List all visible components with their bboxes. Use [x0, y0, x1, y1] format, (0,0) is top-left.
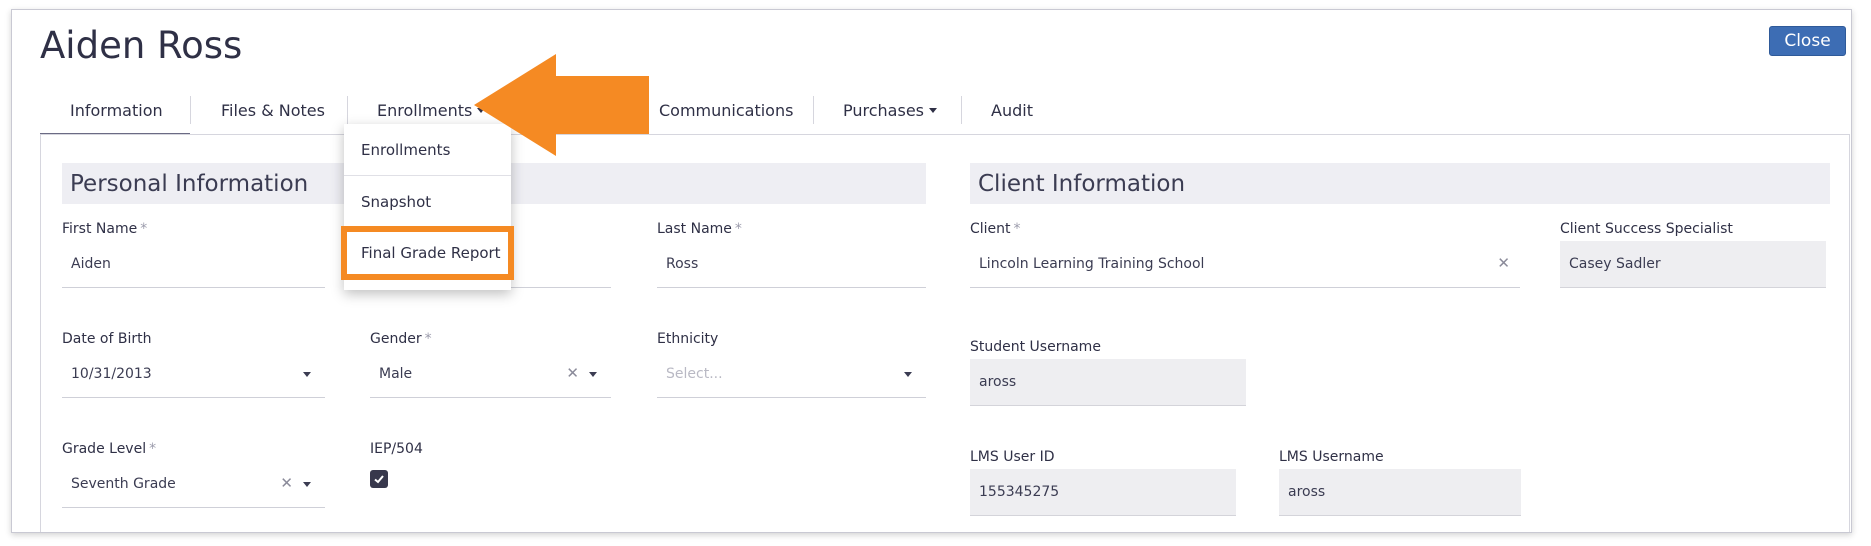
- last-name-field[interactable]: Ross: [657, 241, 926, 288]
- tab-divider: [190, 96, 191, 124]
- clear-x-icon[interactable]: ✕: [1497, 256, 1510, 271]
- tab-bar: Information Files & Notes Enrollments Co…: [40, 86, 1848, 135]
- clear-x-icon[interactable]: ✕: [280, 476, 293, 491]
- arrow-left-icon: [474, 54, 649, 156]
- lms-user-id-field: 155345275: [970, 469, 1236, 516]
- field-value: Lincoln Learning Training School: [979, 256, 1205, 272]
- caret-down-icon: [303, 372, 311, 377]
- grade-level-label: Grade Level *: [62, 441, 157, 457]
- menu-item-final-grade-report[interactable]: Final Grade Report: [344, 227, 511, 279]
- tab-label: Files & Notes: [221, 100, 325, 120]
- field-value: Ross: [666, 256, 699, 272]
- clear-x-icon[interactable]: ✕: [566, 366, 579, 381]
- tab-information[interactable]: Information: [70, 86, 163, 134]
- ethnicity-select[interactable]: Select...: [657, 351, 926, 398]
- grade-level-select[interactable]: Seventh Grade ✕: [62, 461, 325, 508]
- tab-label: Information: [70, 100, 163, 120]
- select-placeholder: Select...: [666, 366, 723, 382]
- tab-label: Purchases: [843, 100, 924, 120]
- client-label: Client *: [970, 221, 1021, 237]
- tab-divider: [961, 96, 962, 124]
- caret-down-icon: [589, 372, 597, 377]
- section-title: Personal Information: [70, 170, 309, 197]
- student-window: Aiden Ross Close Information Files & Not…: [11, 9, 1852, 533]
- caret-down-icon: [303, 482, 311, 487]
- lms-user-id-label: LMS User ID: [970, 449, 1055, 465]
- tab-label: Audit: [991, 100, 1033, 120]
- client-select[interactable]: Lincoln Learning Training School ✕: [970, 241, 1520, 288]
- field-value: 10/31/2013: [71, 366, 152, 382]
- field-value: aross: [979, 374, 1017, 390]
- menu-item-snapshot[interactable]: Snapshot: [344, 176, 511, 228]
- dob-select[interactable]: 10/31/2013: [62, 351, 325, 398]
- field-value: Seventh Grade: [71, 476, 176, 492]
- field-value: aross: [1288, 484, 1326, 500]
- first-name-field[interactable]: Aiden: [62, 241, 325, 288]
- field-value: Male: [379, 366, 413, 382]
- caret-down-icon: [929, 107, 937, 113]
- gender-label: Gender *: [370, 331, 432, 347]
- information-panel: Personal Information First Name * Aiden L…: [40, 134, 1850, 532]
- iep-label: IEP/504: [370, 441, 423, 457]
- ethnicity-label: Ethnicity: [657, 331, 719, 347]
- section-title: Client Information: [978, 170, 1186, 197]
- field-value: Casey Sadler: [1569, 256, 1661, 272]
- tab-audit[interactable]: Audit: [991, 86, 1033, 134]
- student-username-field: aross: [970, 359, 1246, 406]
- dob-label: Date of Birth: [62, 331, 152, 347]
- field-value: Aiden: [71, 256, 111, 272]
- tab-label: Communications: [659, 100, 794, 120]
- client-info-header: Client Information: [970, 163, 1830, 204]
- tab-purchases[interactable]: Purchases: [843, 86, 937, 134]
- lms-username-field: aross: [1279, 469, 1521, 516]
- student-username-label: Student Username: [970, 339, 1101, 355]
- first-name-label: First Name *: [62, 221, 148, 237]
- close-button[interactable]: Close: [1769, 26, 1846, 56]
- lms-username-label: LMS Username: [1279, 449, 1384, 465]
- last-name-label: Last Name *: [657, 221, 742, 237]
- gender-select[interactable]: Male ✕: [370, 351, 611, 398]
- page-title: Aiden Ross: [40, 24, 243, 67]
- tab-divider: [347, 96, 348, 124]
- field-value: 155345275: [979, 484, 1060, 500]
- specialist-label: Client Success Specialist: [1560, 221, 1733, 237]
- tab-files-notes[interactable]: Files & Notes: [221, 86, 325, 134]
- tab-label: Enrollments: [377, 100, 473, 120]
- iep-checkbox[interactable]: [370, 470, 388, 488]
- tab-communications[interactable]: Communications: [659, 86, 793, 134]
- caret-down-icon: [904, 372, 912, 377]
- specialist-field: Casey Sadler: [1560, 241, 1826, 288]
- check-icon: [374, 475, 384, 484]
- tab-divider: [813, 96, 814, 124]
